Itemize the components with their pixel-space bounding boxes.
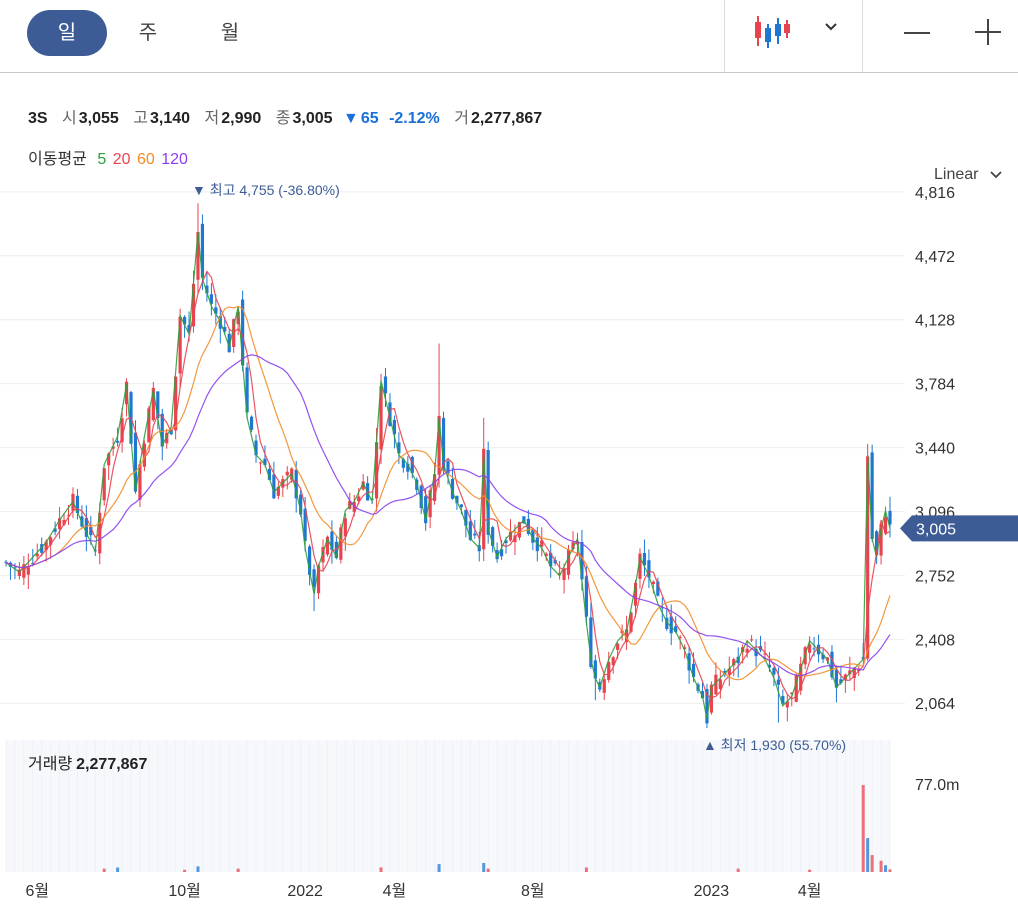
price-chart[interactable]: 4,8164,4724,1283,7843,4403,0962,7522,408…: [0, 0, 1018, 912]
volume-bar: [861, 785, 865, 872]
y-tick-label: 2,064: [915, 696, 955, 713]
low-annotation: ▲ 최저 1,930 (55.70%): [703, 737, 846, 753]
moving-average-line-120: [5, 354, 891, 677]
y-tick-label: 4,816: [915, 185, 955, 202]
volume-bar: [870, 855, 874, 872]
candle-body: [812, 648, 816, 650]
x-tick-label: 4월: [798, 882, 822, 900]
candle-body: [249, 416, 254, 430]
x-tick-label: 2022: [287, 883, 323, 900]
volume-bar: [196, 866, 200, 872]
x-tick-label: 6월: [25, 882, 49, 900]
volume-panel-label: 거래량 2,277,867: [28, 750, 147, 774]
y-tick-label: 3,784: [915, 377, 955, 394]
candle-body: [473, 533, 477, 536]
volume-bar: [116, 867, 120, 872]
high-annotation: ▼ 최고 4,755 (-36.80%): [192, 182, 340, 198]
y-tick-label: 4,472: [915, 249, 955, 266]
volume-bar: [437, 864, 441, 872]
volume-bar: [379, 867, 383, 872]
volume-axis-label: 77.0m: [915, 777, 959, 794]
volume-bar: [584, 867, 588, 872]
volume-bar: [884, 865, 888, 872]
volume-bar: [879, 860, 883, 872]
x-tick-label: 4월: [383, 882, 407, 900]
candle-body: [776, 679, 780, 685]
candle-body: [749, 639, 754, 641]
volume-bar: [236, 868, 240, 872]
candle-body: [616, 643, 620, 650]
volume-bar: [736, 868, 740, 872]
candle-body: [272, 474, 276, 499]
y-tick-label: 3,440: [915, 441, 955, 458]
volume-bar: [486, 868, 490, 872]
volume-bar: [808, 869, 812, 872]
volume-bar: [888, 869, 892, 872]
volume-bar: [183, 869, 187, 872]
candle-body: [651, 581, 655, 585]
volume-panel-title: 거래량: [28, 756, 73, 773]
candle-body: [116, 440, 120, 443]
x-tick-label: 2023: [694, 883, 730, 900]
volume-bar: [866, 838, 870, 872]
x-tick-label: 8월: [521, 882, 545, 900]
x-tick-label: 10월: [168, 882, 201, 900]
candle-body: [26, 567, 30, 575]
last-price-label: 3,005: [916, 521, 956, 538]
y-tick-label: 2,752: [915, 568, 955, 585]
candle-body: [459, 504, 463, 507]
candle-body: [772, 668, 776, 675]
candle-body: [258, 462, 263, 464]
candle-body: [285, 471, 289, 476]
y-tick-label: 2,408: [915, 632, 955, 649]
volume-bar: [102, 868, 106, 872]
volume-panel-value: 2,277,867: [76, 756, 148, 773]
candle-body: [383, 376, 388, 394]
volume-bar: [482, 862, 486, 872]
y-tick-label: 4,128: [915, 313, 955, 330]
candle-body: [602, 679, 606, 693]
